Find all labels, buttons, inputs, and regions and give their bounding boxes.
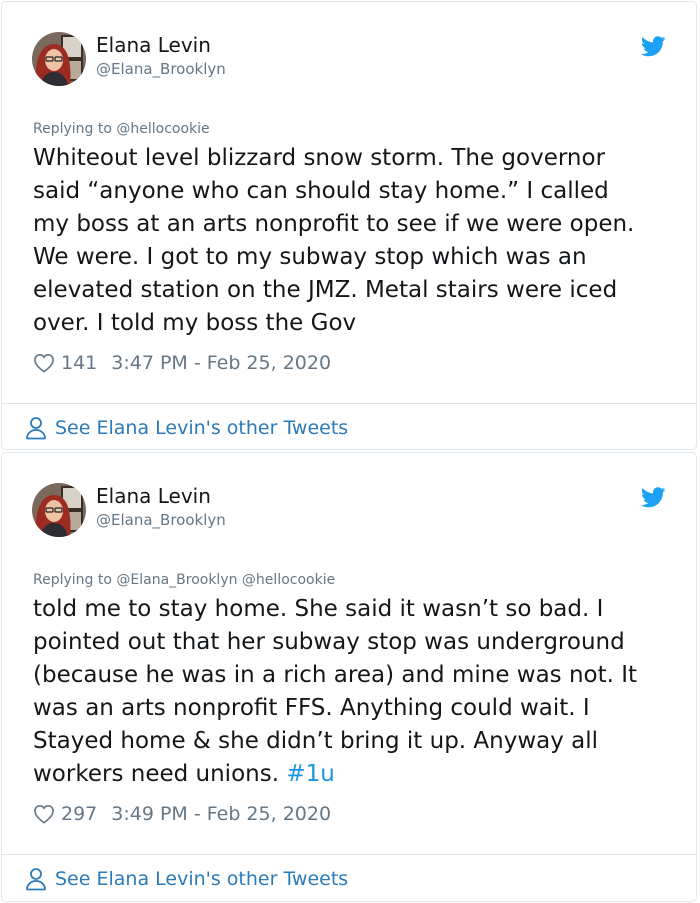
avatar[interactable] [32,32,86,86]
timestamp[interactable]: 3:49 PM - Feb 25, 2020 [111,803,331,825]
divider [2,854,696,855]
author-name[interactable]: Elana Levin [96,32,211,58]
author-name[interactable]: Elana Levin [96,483,211,509]
see-other-tweets-label[interactable]: See Elana Levin's other Tweets [55,417,348,439]
hashtag-link[interactable]: #1u [286,761,334,787]
tweet-text: told me to stay home. She said it wasn’t… [33,593,683,791]
heart-outline-icon[interactable] [33,804,55,824]
timestamp[interactable]: 3:47 PM - Feb 25, 2020 [111,352,331,374]
tweet-meta: 297 3:49 PM - Feb 25, 2020 [33,802,331,826]
person-outline-icon [26,868,46,891]
see-other-tweets-link[interactable]: See Elana Levin's other Tweets [25,866,348,892]
avatar[interactable] [32,483,86,537]
like-count[interactable]: 297 [61,803,97,825]
twitter-bird-icon[interactable] [641,487,666,508]
tweet-card: Elana Levin @Elana_Brooklyn Replying to … [1,1,697,450]
tweet-text-body: told me to stay home. She said it wasn’t… [33,596,638,787]
tweet-card: Elana Levin @Elana_Brooklyn Replying to … [1,452,697,902]
twitter-bird-icon[interactable] [641,36,666,57]
tweet-meta: 141 3:47 PM - Feb 25, 2020 [33,351,331,375]
person-outline-icon [26,417,46,440]
divider [2,403,696,404]
author-handle[interactable]: @Elana_Brooklyn [96,510,226,530]
replying-to[interactable]: Replying to @hellocookie [33,120,210,138]
heart-outline-icon[interactable] [33,353,55,373]
author-handle[interactable]: @Elana_Brooklyn [96,59,226,79]
see-other-tweets-label[interactable]: See Elana Levin's other Tweets [55,868,348,890]
like-count[interactable]: 141 [61,352,97,374]
see-other-tweets-link[interactable]: See Elana Levin's other Tweets [25,415,348,441]
tweet-text: Whiteout level blizzard snow storm. The … [33,145,635,336]
replying-to[interactable]: Replying to @Elana_Brooklyn @hellocookie [33,571,335,589]
